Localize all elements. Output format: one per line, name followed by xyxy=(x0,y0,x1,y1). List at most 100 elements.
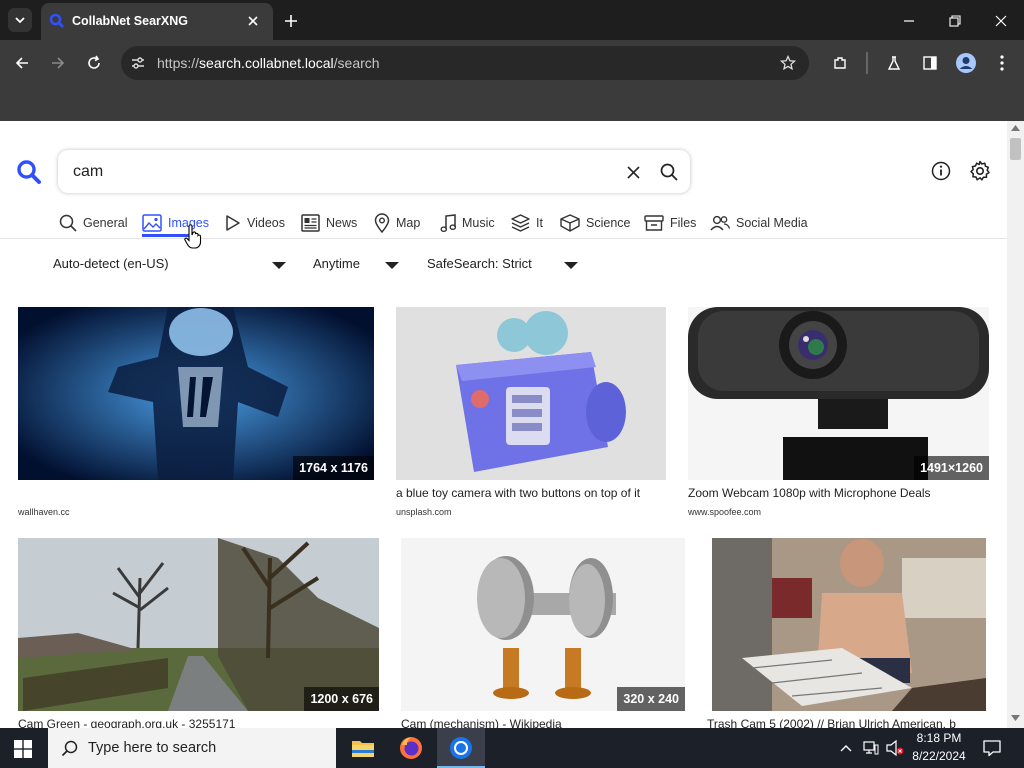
football-player-image xyxy=(18,307,374,480)
tab-label: Music xyxy=(462,216,495,230)
man-reading-newspaper-image xyxy=(712,538,986,711)
safesearch-dropdown-icon[interactable] xyxy=(564,262,578,269)
result-resolution: 320 x 240 xyxy=(617,687,685,711)
show-hidden-icons-chevron-icon[interactable] xyxy=(838,740,854,756)
new-tab-icon[interactable] xyxy=(282,12,300,30)
network-icon[interactable] xyxy=(862,739,880,757)
file-explorer-icon[interactable] xyxy=(350,736,376,760)
people-icon xyxy=(710,215,730,231)
volume-muted-icon[interactable] xyxy=(885,739,905,757)
searxng-logo-icon[interactable] xyxy=(15,158,43,186)
play-icon xyxy=(226,215,240,231)
tab-files[interactable]: Files xyxy=(644,212,696,234)
taskbar-search[interactable]: Type here to search xyxy=(48,728,336,768)
toy-camera-image xyxy=(396,307,666,480)
info-icon[interactable] xyxy=(930,160,952,182)
scroll-down-icon[interactable] xyxy=(1011,715,1020,721)
result-image-4[interactable]: 1200 x 676 xyxy=(18,538,379,711)
time-range-select[interactable]: Anytime xyxy=(313,256,360,271)
tab-label: General xyxy=(83,216,128,230)
result-source[interactable]: wallhaven.cc xyxy=(18,507,70,517)
side-panel-icon[interactable] xyxy=(920,53,940,73)
restore-icon[interactable] xyxy=(946,12,964,30)
tab-science[interactable]: Science xyxy=(560,212,630,234)
search-box xyxy=(58,150,690,193)
forward-icon[interactable] xyxy=(48,53,68,73)
newspaper-icon xyxy=(301,214,320,232)
layers-icon xyxy=(511,214,530,232)
tab-social-media[interactable]: Social Media xyxy=(710,212,808,234)
mouse-hand-cursor-icon xyxy=(184,224,202,255)
tab-label: Videos xyxy=(247,216,285,230)
result-resolution: 1200 x 676 xyxy=(304,687,379,711)
tab-news[interactable]: News xyxy=(301,212,357,234)
browser-menu-icon[interactable] xyxy=(992,53,1012,73)
minimize-icon[interactable] xyxy=(900,12,918,30)
search-submit-icon[interactable] xyxy=(658,161,680,183)
country-road-image xyxy=(18,538,379,711)
result-resolution: 1764 x 1176 xyxy=(293,456,374,480)
result-title[interactable]: a blue toy camera with two buttons on to… xyxy=(396,486,676,500)
close-tab-icon[interactable] xyxy=(245,13,261,29)
result-image-2[interactable] xyxy=(396,307,666,480)
result-source[interactable]: www.spoofee.com xyxy=(688,507,761,517)
language-select[interactable]: Auto-detect (en-US) xyxy=(53,256,169,271)
tab-search-icon[interactable] xyxy=(8,8,32,32)
result-image-1[interactable]: 1764 x 1176 xyxy=(18,307,374,480)
result-title[interactable]: Zoom Webcam 1080p with Microphone Deals xyxy=(688,486,988,500)
result-image-6[interactable] xyxy=(712,538,986,711)
browser-titlebar: CollabNet SearXNG xyxy=(0,0,1024,40)
tab-music[interactable]: Music xyxy=(440,212,495,234)
preferences-gear-icon[interactable] xyxy=(968,159,992,183)
chrome-taskbar-button[interactable] xyxy=(437,728,485,768)
search-input[interactable] xyxy=(71,159,595,185)
toolbar-divider xyxy=(866,52,868,74)
search-icon xyxy=(60,739,78,757)
tab-general[interactable]: General xyxy=(59,212,127,234)
firefox-icon[interactable] xyxy=(398,735,424,761)
scrollbar-thumb[interactable] xyxy=(1010,138,1021,160)
archive-box-icon xyxy=(644,215,664,231)
tab-videos[interactable]: Videos xyxy=(225,212,285,234)
time-dropdown-icon[interactable] xyxy=(385,262,399,269)
searxng-favicon-icon xyxy=(49,13,65,29)
tab-label: It xyxy=(536,216,543,230)
tab-map[interactable]: Map xyxy=(374,212,420,234)
site-info-icon[interactable] xyxy=(129,54,147,72)
image-icon xyxy=(142,214,162,232)
labs-flask-icon[interactable] xyxy=(884,53,904,73)
clock-time[interactable]: 8:18 PM xyxy=(908,731,970,745)
profile-avatar-icon[interactable] xyxy=(955,52,977,74)
address-bar[interactable]: https://search.collabnet.local/search xyxy=(121,46,809,80)
bookmark-star-icon[interactable] xyxy=(779,54,797,72)
tab-title: CollabNet SearXNG xyxy=(72,14,189,28)
browser-tab[interactable]: CollabNet SearXNG xyxy=(41,3,273,40)
notifications-icon[interactable] xyxy=(982,738,1002,758)
reload-icon[interactable] xyxy=(84,53,104,73)
webcam-image xyxy=(688,307,989,480)
safesearch-select[interactable]: SafeSearch: Strict xyxy=(427,256,532,271)
search-icon xyxy=(59,214,77,232)
tab-it[interactable]: It xyxy=(511,212,543,234)
clock-date[interactable]: 8/22/2024 xyxy=(908,749,970,763)
result-image-3[interactable]: 1491×1260 xyxy=(688,307,989,480)
cam-mechanism-image xyxy=(401,538,685,711)
tab-label: Map xyxy=(396,216,421,230)
cube-icon xyxy=(560,214,580,232)
url-path: /search xyxy=(333,55,380,71)
extensions-icon[interactable] xyxy=(830,53,850,73)
tab-label: News xyxy=(326,216,358,230)
back-icon[interactable] xyxy=(12,53,32,73)
result-source[interactable]: unsplash.com xyxy=(396,507,452,517)
music-note-icon xyxy=(440,213,456,232)
clear-search-icon[interactable] xyxy=(624,163,642,181)
url-host: search.collabnet.local xyxy=(199,55,334,71)
result-image-5[interactable]: 320 x 240 xyxy=(401,538,685,711)
windows-start-icon[interactable] xyxy=(12,738,34,760)
scroll-up-icon[interactable] xyxy=(1011,125,1020,131)
categories-divider xyxy=(0,238,1007,239)
close-window-icon[interactable] xyxy=(992,12,1010,30)
result-resolution: 1491×1260 xyxy=(914,456,989,480)
language-dropdown-icon[interactable] xyxy=(272,262,286,269)
page-scrollbar[interactable] xyxy=(1007,121,1024,728)
